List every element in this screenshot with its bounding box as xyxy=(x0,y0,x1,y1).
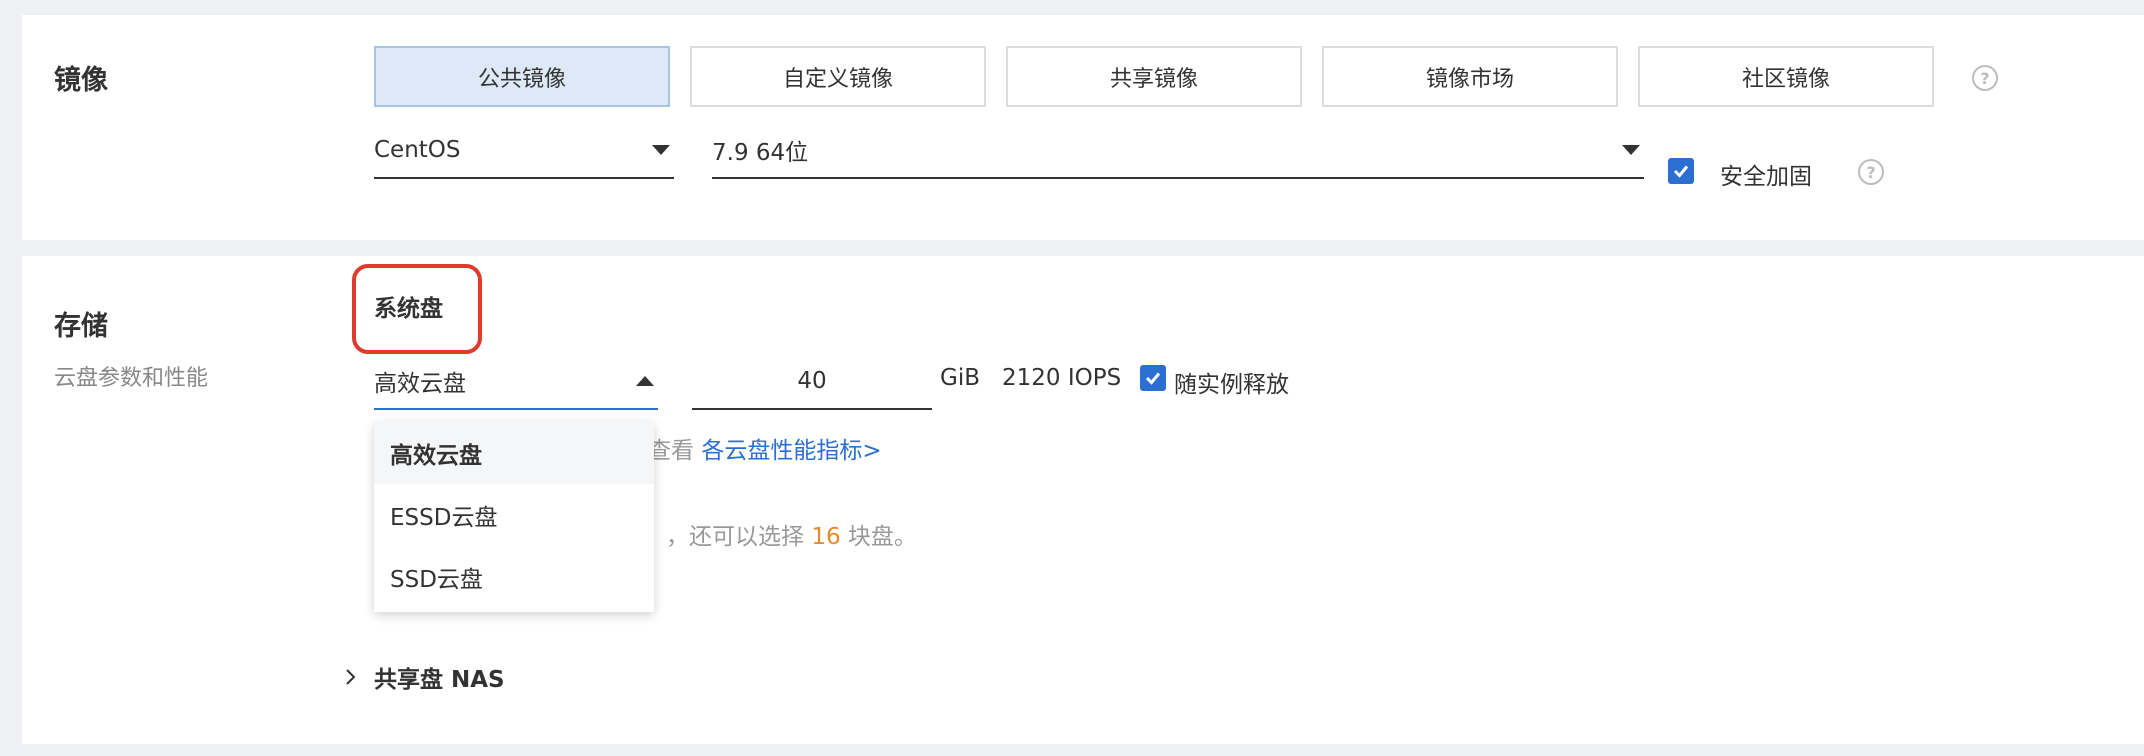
shared-disk-nas-label: 共享盘 NAS xyxy=(374,667,505,693)
disk-performance-link[interactable]: 各云盘性能指标> xyxy=(701,438,881,464)
security-hardening-checkbox[interactable] xyxy=(1668,158,1694,184)
dropdown-option-efficiency-disk[interactable]: 高效云盘 xyxy=(374,422,654,484)
release-with-instance-checkbox[interactable] xyxy=(1140,365,1166,391)
tab-custom-image[interactable]: 自定义镜像 xyxy=(690,46,986,107)
dropdown-option-essd-disk[interactable]: ESSD云盘 xyxy=(374,484,654,546)
disk-type-select[interactable]: 高效云盘 xyxy=(374,354,658,410)
check-icon xyxy=(1145,372,1161,385)
image-section-title: 镜像 xyxy=(54,65,108,96)
highlight-box xyxy=(352,264,482,354)
tab-image-market[interactable]: 镜像市场 xyxy=(1322,46,1618,107)
chevron-down-icon xyxy=(652,145,670,155)
image-help-icon[interactable]: ? xyxy=(1972,65,1998,91)
security-hardening-label: 安全加固 xyxy=(1720,164,1812,190)
os-select[interactable]: CentOS xyxy=(374,123,674,179)
tab-shared-image[interactable]: 共享镜像 xyxy=(1006,46,1302,107)
shared-disk-nas-toggle[interactable]: 共享盘 NAS xyxy=(344,660,505,694)
disk-size-input[interactable]: 40 xyxy=(692,354,932,410)
version-select[interactable]: 7.9 64位 xyxy=(712,123,1644,179)
remaining-disks-hint: ，还可以选择 16 块盘。 xyxy=(666,517,917,551)
tab-community-image[interactable]: 社区镜像 xyxy=(1638,46,1934,107)
storage-section: 存储 云盘参数和性能 系统盘 高效云盘 40 GiB 2120 IOPS 随实例… xyxy=(22,256,2144,744)
check-icon xyxy=(1673,165,1689,178)
chevron-down-icon xyxy=(1622,145,1640,155)
disk-type-dropdown: 高效云盘 ESSD云盘 SSD云盘 xyxy=(374,422,654,612)
perf-hint: 查看 各云盘性能指标> xyxy=(648,431,882,465)
dropdown-option-ssd-disk[interactable]: SSD云盘 xyxy=(374,546,654,608)
disk-type-value: 高效云盘 xyxy=(374,371,466,397)
version-select-value: 7.9 64位 xyxy=(712,140,809,166)
remaining-count: 16 xyxy=(811,524,841,550)
disk-size-value: 40 xyxy=(797,368,827,394)
storage-section-subtitle: 云盘参数和性能 xyxy=(54,366,209,391)
chevron-up-icon xyxy=(636,376,654,386)
chevron-right-icon xyxy=(346,669,356,685)
os-select-value: CentOS xyxy=(374,137,461,163)
disk-iops: 2120 IOPS xyxy=(1002,365,1122,391)
image-section: 镜像 公共镜像 自定义镜像 共享镜像 镜像市场 社区镜像 ? CentOS 7.… xyxy=(22,15,2144,240)
tab-public-image[interactable]: 公共镜像 xyxy=(374,46,670,107)
security-help-icon[interactable]: ? xyxy=(1858,159,1884,185)
perf-hint-prefix: 查看 xyxy=(648,438,694,464)
remaining-suffix: 块盘。 xyxy=(847,524,917,550)
storage-section-title: 存储 xyxy=(54,311,108,342)
disk-size-unit: GiB xyxy=(940,365,980,391)
release-with-instance-label: 随实例释放 xyxy=(1174,372,1289,398)
remaining-prefix: ，还可以选择 xyxy=(666,524,804,550)
